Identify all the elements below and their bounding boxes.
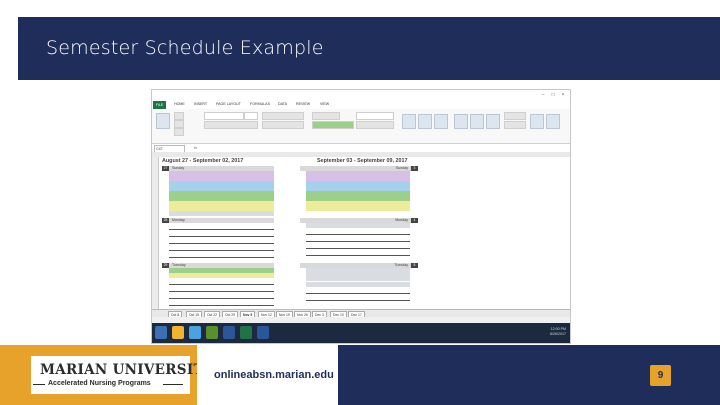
slide-title-bar: Semester Schedule Example <box>18 17 720 80</box>
insert-cells-icon[interactable] <box>454 114 468 129</box>
maximize-icon[interactable]: □ <box>550 92 556 98</box>
empty-slot-line <box>169 243 274 244</box>
empty-slot-line <box>169 257 274 258</box>
tab-data[interactable]: DATA <box>278 102 287 106</box>
delete-cells-icon[interactable] <box>470 114 484 129</box>
app-icon[interactable] <box>206 326 218 339</box>
day-number: 28 <box>162 218 169 223</box>
week-title-right: September 03 - September 09, 2017 <box>317 158 408 164</box>
file-explorer-icon[interactable] <box>172 326 184 339</box>
number-buttons[interactable] <box>356 121 394 129</box>
system-clock[interactable]: 12:00 PM 8/26/2017 <box>550 327 566 337</box>
excel-ribbon <box>152 109 570 144</box>
clock-date: 8/26/2017 <box>550 332 566 336</box>
logo-subtitle: Accelerated Nursing Programs <box>48 380 151 387</box>
paste-icon[interactable] <box>156 113 170 129</box>
page-number-badge: 9 <box>650 365 671 386</box>
empty-slot-line <box>306 300 410 301</box>
merge-center-button[interactable] <box>312 121 354 129</box>
empty-slot-line <box>306 293 410 294</box>
marian-university-logo: MARIAN UNIVERSITY Accelerated Nursing Pr… <box>31 356 213 394</box>
empty-slot-line <box>169 250 274 251</box>
empty-slot-line <box>169 236 274 237</box>
sort-filter-icon[interactable] <box>530 114 544 129</box>
excel-title-bar: – □ × <box>152 90 570 101</box>
cut-button[interactable] <box>174 112 184 120</box>
worksheet[interactable]: August 27 - September 02, 2017 27 Sunday… <box>152 157 570 309</box>
file-tab[interactable]: FILE <box>153 101 166 109</box>
footer-url[interactable]: onlineabsn.marian.edu <box>214 369 334 381</box>
indent-buttons[interactable] <box>262 121 304 129</box>
event-block[interactable] <box>306 273 410 281</box>
footer-logo-band: MARIAN UNIVERSITY Accelerated Nursing Pr… <box>0 345 213 405</box>
format-painter-button[interactable] <box>174 128 184 136</box>
slide-title: Semester Schedule Example <box>46 37 324 59</box>
empty-slot-line <box>169 305 274 306</box>
empty-slot-line <box>306 234 410 235</box>
fx-icon[interactable]: fx <box>194 145 197 150</box>
outlook-icon[interactable] <box>223 326 235 339</box>
empty-slot-line <box>306 255 410 256</box>
excel-icon[interactable] <box>240 326 252 339</box>
day-number: 4 <box>411 218 418 223</box>
autosum-button[interactable] <box>504 112 526 120</box>
event-block[interactable] <box>169 273 274 278</box>
empty-slot-line <box>306 248 410 249</box>
empty-slot-line <box>306 241 410 242</box>
empty-slot-line <box>169 298 274 299</box>
day-number: 27 <box>162 166 169 171</box>
tab-formulas[interactable]: FORMULAS <box>250 102 270 106</box>
week-title-left: August 27 - September 02, 2017 <box>162 158 244 164</box>
day-number: 3 <box>411 166 418 171</box>
logo-wordmark: MARIAN UNIVERSITY <box>40 362 214 378</box>
excel-screenshot: – □ × FILE HOME INSERT PAGE LAYOUT FORMU… <box>151 89 571 344</box>
slide-footer: MARIAN UNIVERSITY Accelerated Nursing Pr… <box>0 345 720 405</box>
empty-slot-line <box>169 291 274 292</box>
empty-slot-line <box>169 284 274 285</box>
logo-rule-left <box>33 383 45 385</box>
empty-slot-line <box>169 229 274 230</box>
copy-button[interactable] <box>174 120 184 128</box>
format-as-table-icon[interactable] <box>418 114 432 129</box>
day-number: 5 <box>411 263 418 268</box>
format-cells-icon[interactable] <box>486 114 500 129</box>
tab-review[interactable]: REVIEW <box>296 102 310 106</box>
font-name-select[interactable] <box>204 112 244 120</box>
number-format-select[interactable] <box>356 112 394 120</box>
day-header-left-mid: 28 Monday <box>162 218 274 223</box>
event-block[interactable] <box>306 223 410 228</box>
tab-page-layout[interactable]: PAGE LAYOUT <box>216 102 241 106</box>
tab-home[interactable]: HOME <box>174 102 185 106</box>
close-icon[interactable]: × <box>560 92 566 98</box>
fill-button[interactable] <box>504 121 526 129</box>
event-block[interactable] <box>306 282 410 287</box>
font-format-buttons[interactable] <box>204 121 258 129</box>
windows-taskbar: 12:00 PM 8/26/2017 <box>152 323 570 343</box>
minimize-icon[interactable]: – <box>540 92 546 98</box>
wrap-text-button[interactable] <box>312 112 340 120</box>
font-size-select[interactable] <box>244 112 258 120</box>
event-block[interactable] <box>306 206 410 211</box>
find-select-icon[interactable] <box>546 114 560 129</box>
tab-view[interactable]: VIEW <box>320 102 329 106</box>
conditional-formatting-icon[interactable] <box>402 114 416 129</box>
logo-rule-right <box>163 383 183 385</box>
alignment-buttons[interactable] <box>262 112 304 120</box>
excel-ribbon-tabs: FILE HOME INSERT PAGE LAYOUT FORMULAS DA… <box>152 101 570 109</box>
day-name: Monday <box>172 218 185 222</box>
start-icon[interactable] <box>155 326 167 339</box>
tab-insert[interactable]: INSERT <box>194 102 207 106</box>
day-number: 29 <box>162 263 169 268</box>
row-headers <box>152 157 159 309</box>
word-icon[interactable] <box>257 326 269 339</box>
event-block[interactable] <box>169 211 274 216</box>
browser-icon[interactable] <box>189 326 201 339</box>
cell-styles-icon[interactable] <box>434 114 448 129</box>
